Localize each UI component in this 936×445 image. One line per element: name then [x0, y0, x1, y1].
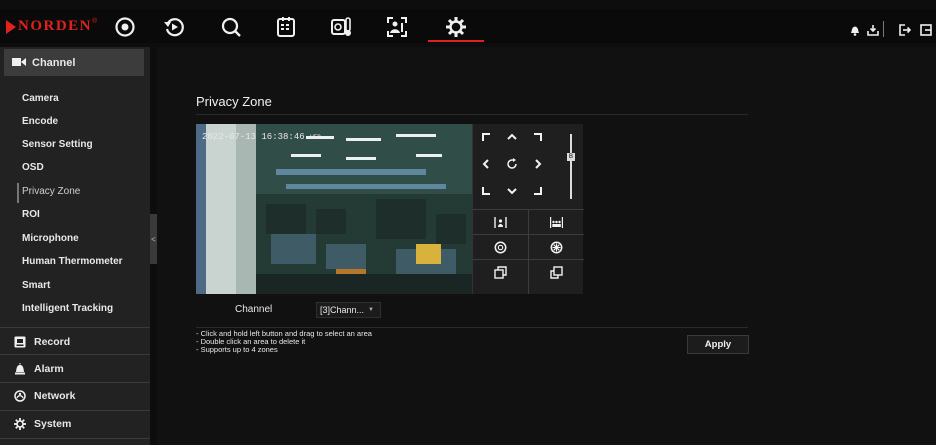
channel-select-value: [3]Chann... — [320, 305, 365, 315]
page-title: Privacy Zone — [196, 94, 272, 109]
iris-open-icon[interactable] — [529, 260, 584, 284]
thermometer-icon[interactable] — [328, 14, 354, 40]
sidebar: Channel Camera Encode Sensor Setting OSD… — [0, 47, 150, 445]
ptz-control-panel: B — [472, 124, 584, 294]
sidebar-item-privacy-zone[interactable]: Privacy Zone — [22, 186, 80, 197]
system-gear-icon — [14, 418, 26, 430]
logo-triangle-icon — [6, 19, 16, 34]
pan-up-right-button[interactable] — [528, 127, 548, 147]
pan-down-right-button[interactable] — [528, 181, 548, 201]
bell-icon[interactable] — [849, 23, 861, 36]
file-management-icon[interactable] — [273, 14, 299, 40]
sidebar-item-label: Network — [34, 390, 76, 402]
sidebar-collapse-handle[interactable]: < — [150, 214, 157, 264]
sidebar-divider — [0, 438, 150, 439]
pan-up-button[interactable] — [502, 127, 522, 147]
video-preview[interactable]: 2022-07-13 16:38:46 WED — [196, 124, 472, 294]
focus-far-icon[interactable] — [529, 235, 584, 259]
sidebar-item-intelligent-tracking[interactable]: Intelligent Tracking — [22, 303, 113, 314]
download-icon[interactable] — [867, 23, 879, 36]
sidebar-item-channel[interactable]: Channel — [4, 49, 144, 76]
sidebar-item-osd[interactable]: OSD — [22, 162, 44, 173]
sidebar-divider — [0, 410, 150, 411]
iris-close-icon[interactable] — [473, 260, 528, 284]
zoom-in-icon[interactable] — [473, 210, 528, 234]
exit-icon[interactable] — [920, 23, 932, 36]
playback-icon[interactable] — [161, 14, 187, 40]
sidebar-item-human-thermometer[interactable]: Human Thermometer — [22, 256, 123, 267]
search-icon[interactable] — [218, 14, 244, 40]
channel-select[interactable]: [3]Chann... ▼ — [316, 302, 381, 318]
apply-button[interactable]: Apply — [687, 335, 749, 354]
active-item-indicator — [17, 183, 19, 203]
hint-line: - Supports up to 4 zones — [196, 345, 278, 354]
sidebar-divider — [0, 354, 150, 355]
record-icon — [14, 336, 26, 348]
sidebar-item-microphone[interactable]: Microphone — [22, 233, 79, 244]
timestamp-datetime: 2022-07-13 16:38:46 — [202, 132, 305, 142]
camera-icon — [12, 58, 26, 66]
brand-registered-mark: ® — [92, 18, 98, 25]
sidebar-item-record[interactable]: Record — [14, 336, 70, 348]
sidebar-item-label: Record — [34, 336, 71, 348]
sidebar-header-label: Channel — [32, 56, 76, 69]
auto-rotate-icon[interactable] — [502, 154, 522, 174]
channel-label: Channel — [235, 304, 273, 315]
brand-logo: NORDEN ® — [6, 18, 97, 35]
settings-icon[interactable] — [443, 14, 469, 40]
title-divider — [196, 114, 748, 115]
sidebar-item-network[interactable]: Network — [14, 390, 75, 402]
pan-left-button[interactable] — [476, 154, 496, 174]
brand-name: NORDEN — [18, 18, 93, 34]
topbar-divider — [883, 21, 884, 37]
sidebar-item-camera[interactable]: Camera — [22, 93, 59, 104]
sidebar-item-alarm[interactable]: Alarm — [14, 363, 64, 375]
logout-icon[interactable] — [899, 23, 912, 36]
sidebar-divider — [0, 327, 150, 328]
hint-divider — [196, 327, 748, 328]
pan-right-button[interactable] — [528, 154, 548, 174]
zoom-slider-track[interactable] — [570, 134, 572, 199]
sidebar-item-smart[interactable]: Smart — [22, 280, 50, 291]
face-recognition-icon[interactable] — [384, 14, 410, 40]
network-icon — [14, 390, 26, 402]
sidebar-item-label: System — [34, 418, 72, 430]
top-navigation-bar: NORDEN ® — [0, 9, 936, 43]
video-timestamp: 2022-07-13 16:38:46 WED — [202, 132, 321, 142]
sidebar-item-encode[interactable]: Encode — [22, 116, 58, 127]
pan-up-left-button[interactable] — [476, 127, 496, 147]
sidebar-item-label: Alarm — [34, 363, 64, 375]
alarm-icon — [15, 363, 25, 375]
camera-feed-image — [196, 124, 472, 294]
pan-down-left-button[interactable] — [476, 181, 496, 201]
chevron-down-icon: ▼ — [368, 307, 374, 313]
zoom-out-icon[interactable] — [529, 210, 584, 234]
live-view-icon[interactable] — [112, 14, 138, 40]
active-tab-indicator — [428, 40, 484, 42]
sidebar-item-system[interactable]: System — [14, 418, 71, 430]
timestamp-weekday: WED — [310, 134, 321, 141]
sidebar-item-roi[interactable]: ROI — [22, 209, 40, 220]
pan-down-button[interactable] — [502, 181, 522, 201]
sidebar-item-sensor-setting[interactable]: Sensor Setting — [22, 139, 93, 150]
sidebar-divider — [0, 382, 150, 383]
zoom-slider-handle[interactable]: B — [567, 153, 575, 161]
focus-near-icon[interactable] — [473, 235, 528, 259]
